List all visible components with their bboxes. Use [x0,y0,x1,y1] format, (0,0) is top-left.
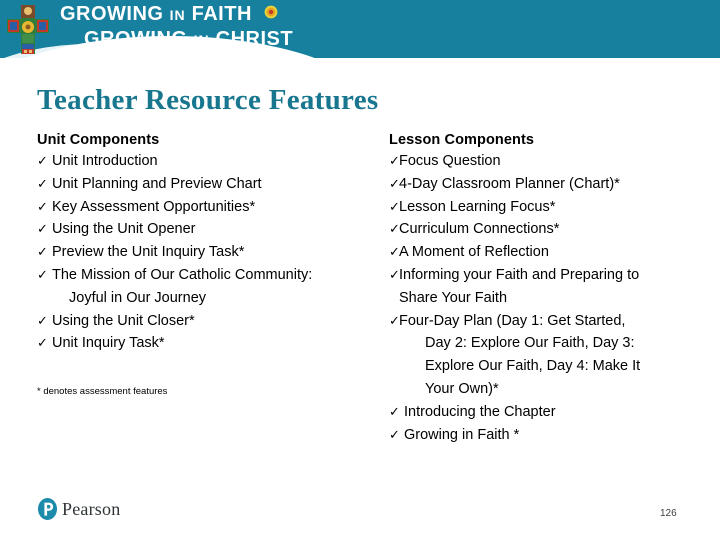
pearson-wordmark: Pearson [62,498,121,519]
brand-growing-2: GROWING [84,28,188,50]
checkmark-icon: ✓ [389,312,400,328]
list-item: ✓Focus Question [389,150,689,173]
slide-header: GROWING IN FAITH GROWING IN CHRIST [0,0,720,58]
list-item-label: Using the Unit Opener [52,221,196,238]
checkmark-icon: ✓ [389,153,400,168]
list-item-label: Joyful in Our Journey [69,289,207,306]
checkmark-icon: ✓ [389,244,400,260]
checkmark-icon: ✓ [389,175,400,191]
pearson-logo: Pearson [38,498,120,520]
list-item: ✓Four-Day Plan (Day 1: Get Started, [389,310,689,333]
brand-christ: CHRIST [215,28,294,50]
list-item: ✓ Unit Introduction [37,150,377,173]
list-item-label: Day 2: Explore Our Faith, Day 3: [425,335,635,352]
page-title: Teacher Resource Features [37,84,379,116]
list-item-label: Using the Unit Closer* [52,312,195,329]
unit-components-column: Unit Components ✓ Unit Introduction ✓ Unit … [37,132,377,355]
list-item: Explore Our Faith, Day 4: Make It [389,355,689,378]
checkmark-icon: ✓ [37,266,48,282]
list-item-label: Growing in Faith * [404,426,520,443]
list-item-label: Unit Inquiry Task* [52,335,165,352]
checkmark-icon: ✓ [389,221,400,237]
list-item-label: Lesson Learning Focus* [399,198,556,215]
brand-growing-1: GROWING [60,3,164,25]
list-item: ✓ Preview the Unit Inquiry Task* [37,241,377,264]
list-item: ✓Informing your Faith and Preparing to [389,264,689,287]
checkmark-icon: ✓ [389,403,400,419]
checkmark-icon: ✓ [37,221,48,237]
brand-line-2: GROWING IN CHRIST [60,29,293,54]
brand-line-1: GROWING IN FAITH [60,4,293,29]
list-item: ✓4-Day Classroom Planner (Chart)* [389,173,689,196]
list-item-label: Informing your Faith and Preparing to [399,266,640,283]
brand-in-2: IN [193,32,210,48]
list-item: Joyful in Our Journey [37,287,377,310]
list-item: ✓ Introducing the Chapter [389,401,689,424]
assessment-footnote: * denotes assessment features [37,386,168,397]
list-item-label: Focus Question [399,153,501,169]
checkmark-icon: ✓ [37,244,48,260]
list-item: ✓A Moment of Reflection [389,241,689,264]
lesson-components-heading: Lesson Components [389,132,535,148]
list-item-label: Preview the Unit Inquiry Task* [52,244,245,261]
lesson-components-list: ✓Focus Question ✓4-Day Classroom Planner … [389,150,689,446]
pearson-p-icon [38,498,57,520]
list-item-label: Curriculum Connections* [399,221,560,238]
checkmark-icon: ✓ [389,266,400,282]
list-item-label: Key Assessment Opportunities* [52,198,256,215]
sunflower-icon [264,3,278,23]
checkmark-icon: ✓ [389,426,400,442]
list-item: ✓ Growing in Faith * [389,424,689,447]
list-item-label: 4-Day Classroom Planner (Chart)* [399,175,620,192]
brand-wordmark: GROWING IN FAITH GROWING IN CHRIST [60,4,293,54]
list-item: ✓Curriculum Connections* [389,218,689,241]
unit-components-list: ✓ Unit Introduction ✓ Unit Planning and Pre… [37,150,377,355]
list-item: ✓ Unit Planning and Preview Chart [37,173,377,196]
list-item-label: A Moment of Reflection [399,244,549,261]
list-item: ✓Lesson Learning Focus* [389,196,689,219]
unit-components-heading: Unit Components [37,132,160,148]
list-item: ✓ Using the Unit Opener [37,218,377,241]
list-item: ✓ Key Assessment Opportunities* [37,196,377,219]
list-item-label: Your Own)* [425,380,499,397]
brand-faith: FAITH [191,3,252,25]
list-item: ✓ Using the Unit Closer* [37,310,377,333]
list-item-label: Unit Introduction [52,153,158,169]
list-item: ✓ The Mission of Our Catholic Community: [37,264,377,287]
list-item-label: Introducing the Chapter [404,403,556,420]
checkmark-icon: ✓ [37,198,48,214]
checkmark-icon: ✓ [37,153,48,168]
brand-in-1: IN [169,7,186,23]
checkmark-icon: ✓ [37,335,48,351]
decorated-cross-icon [7,5,49,54]
checkmark-icon: ✓ [37,312,48,328]
list-item-label: The Mission of Our Catholic Community: [52,266,313,283]
list-item-label: Unit Planning and Preview Chart [52,175,262,192]
list-item: Day 2: Explore Our Faith, Day 3: [389,332,689,355]
list-item-label: Four-Day Plan (Day 1: Get Started, [399,312,626,329]
checkmark-icon: ✓ [37,175,48,191]
page-number: 126 [660,508,677,519]
lesson-components-column: Lesson Components ✓Focus Question ✓4-Day … [389,132,689,446]
list-item: ✓ Unit Inquiry Task* [37,332,377,355]
checkmark-icon: ✓ [389,198,400,214]
list-item-label: Share Your Faith [399,289,508,306]
list-item: Your Own)* [389,378,689,401]
list-item: Share Your Faith [389,287,689,310]
list-item-label: Explore Our Faith, Day 4: Make It [425,358,641,375]
